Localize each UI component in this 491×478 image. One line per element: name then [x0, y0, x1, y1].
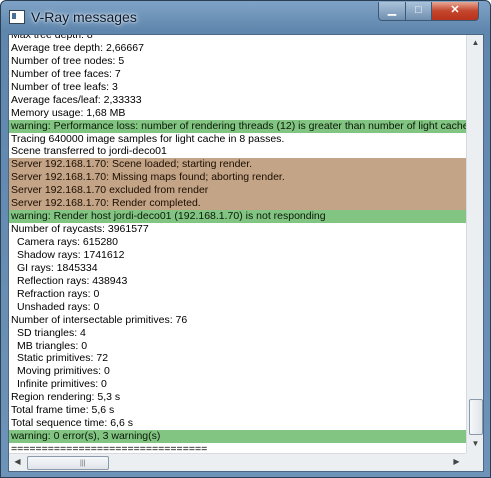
log-line: Number of raycasts: 3961577	[11, 223, 149, 236]
vertical-scroll-thumb[interactable]	[469, 399, 483, 435]
log-line: Tracing 640000 image samples for light c…	[11, 132, 285, 145]
log-line: Number of intersectable primitives: 76	[11, 313, 188, 326]
title-bar[interactable]: V-Ray messages ▁ □ ✕	[1, 1, 490, 33]
vertical-scrollbar[interactable]: ▲ ▼	[466, 35, 483, 453]
log-line: Infinite primitives: 0	[17, 378, 107, 391]
vray-messages-window: V-Ray messages ▁ □ ✕ Max tree depth: 8 Av…	[0, 0, 491, 478]
scroll-left-icon[interactable]: ◀	[10, 454, 25, 470]
log-line: Shadow rays: 1741612	[17, 248, 125, 261]
warning-message: warning: Performance loss: number of ren…	[9, 119, 466, 133]
log-line: Memory usage: 1,68 MB	[11, 106, 126, 119]
log-line: Static primitives: 72	[17, 352, 109, 365]
server-message: Server 192.168.1.70: Render completed.	[9, 197, 466, 211]
close-button[interactable]: ✕	[431, 2, 479, 21]
log-line: MB triangles: 0	[17, 339, 88, 352]
log-line: Scene transferred to jordi-deco01	[11, 145, 167, 158]
log-line: Average faces/leaf: 2,33333	[11, 93, 142, 106]
warning-message: warning: 0 error(s), 3 warning(s)	[9, 430, 466, 443]
log-line: Camera rays: 615280	[17, 236, 118, 248]
scrollbar-corner	[466, 453, 483, 471]
log-line: Refraction rays: 0	[17, 287, 100, 300]
log-line: Region rendering: 5,3 s	[11, 391, 121, 404]
log-line: Unshaded rays: 0	[17, 300, 100, 313]
server-message: Server 192.168.1.70: Missing maps found;…	[9, 171, 466, 185]
log-line: Number of tree leafs: 3	[11, 80, 118, 93]
log-line: ================================	[11, 443, 208, 453]
minimize-button[interactable]: ▁	[378, 2, 406, 21]
horizontal-scrollbar[interactable]: ◀ ||| ▶	[9, 453, 466, 471]
scroll-up-icon[interactable]: ▲	[468, 35, 483, 51]
log-line: Number of tree nodes: 5	[11, 54, 125, 67]
scroll-down-icon[interactable]: ▼	[468, 436, 483, 452]
message-log[interactable]: Max tree depth: 8 Average tree depth: 2,6…	[9, 35, 466, 453]
maximize-button[interactable]: □	[405, 2, 432, 21]
server-message: Server 192.168.1.70 excluded from render	[9, 184, 466, 198]
log-line: Total frame time: 5,6 s	[11, 404, 115, 417]
grip-icon: |||	[80, 460, 86, 467]
log-line: Reflection rays: 438943	[17, 274, 128, 287]
log-line: Number of tree faces: 7	[11, 67, 121, 80]
window-app-icon	[9, 10, 25, 24]
message-panel: Max tree depth: 8 Average tree depth: 2,6…	[8, 34, 484, 472]
log-line: Total sequence time: 6,6 s	[11, 417, 133, 430]
scroll-right-icon[interactable]: ▶	[449, 454, 464, 470]
log-line: SD triangles: 4	[17, 326, 86, 339]
warning-message: warning: Render host jordi-deco01 (192.1…	[9, 210, 466, 224]
log-line: GI rays: 1845334	[17, 261, 98, 274]
horizontal-scroll-thumb[interactable]: |||	[27, 456, 109, 470]
log-line: Moving primitives: 0	[17, 365, 110, 378]
log-line: Average tree depth: 2,66667	[11, 41, 144, 54]
server-message: Server 192.168.1.70: Scene loaded; start…	[9, 158, 466, 172]
window-title: V-Ray messages	[31, 9, 137, 25]
log-line: Max tree depth: 8	[11, 35, 93, 41]
